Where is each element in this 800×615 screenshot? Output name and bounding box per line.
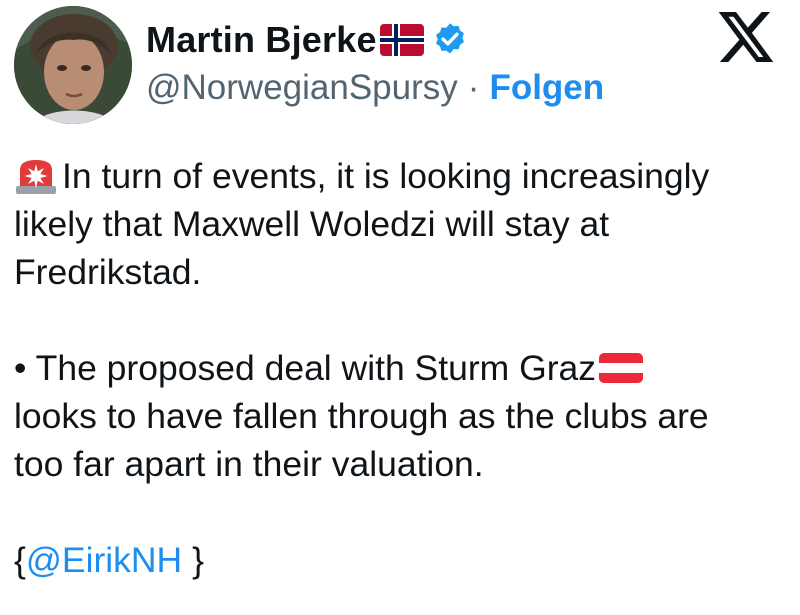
bullet-text-line-3: too far apart in their valuation. bbox=[14, 444, 484, 484]
post-text-line-3: Fredrikstad. bbox=[14, 252, 202, 292]
separator-dot: · bbox=[467, 68, 480, 107]
name-row: Martin Bjerke bbox=[146, 14, 800, 66]
austria-flag-icon bbox=[599, 353, 644, 383]
author-handle[interactable]: @NorwegianSpursy bbox=[146, 68, 458, 108]
post-line: Fredrikstad. bbox=[14, 248, 794, 296]
post-line: looks to have fallen through as the club… bbox=[14, 392, 794, 440]
post-line: likely that Maxwell Woledzi will stay at bbox=[14, 200, 794, 248]
rotating-light-icon bbox=[16, 160, 56, 194]
author-name[interactable]: Martin Bjerke bbox=[146, 19, 377, 61]
credit-open-brace: { bbox=[14, 540, 26, 580]
bullet-text-line-2: looks to have fallen through as the club… bbox=[14, 396, 709, 436]
avatar-image bbox=[14, 6, 132, 124]
post-line: • The proposed deal with Sturm Graz bbox=[14, 344, 794, 392]
post-line: too far apart in their valuation. bbox=[14, 440, 794, 488]
norway-flag-icon bbox=[379, 24, 424, 56]
verified-badge-icon bbox=[435, 23, 464, 54]
post-line: In turn of events, it is looking increas… bbox=[14, 152, 794, 200]
post-text-line-2: likely that Maxwell Woledzi will stay at bbox=[14, 204, 610, 244]
handle-row: @NorwegianSpursy · Folgen bbox=[146, 68, 800, 108]
credit-close-brace: } bbox=[182, 540, 204, 580]
bullet-text-line-1: • The proposed deal with Sturm Graz bbox=[14, 348, 597, 388]
post-text-line-1: In turn of events, it is looking increas… bbox=[62, 156, 710, 196]
credit-line: {@EirikNH } bbox=[14, 536, 794, 584]
x-logo-icon[interactable] bbox=[718, 12, 774, 62]
post-header: Martin Bjerke @NorwegianSpursy · Folgen bbox=[146, 14, 800, 108]
avatar[interactable] bbox=[14, 6, 132, 124]
credit-mention-link[interactable]: @EirikNH bbox=[26, 536, 182, 584]
post-text: In turn of events, it is looking increas… bbox=[14, 152, 794, 584]
follow-button[interactable]: Folgen bbox=[489, 68, 604, 108]
